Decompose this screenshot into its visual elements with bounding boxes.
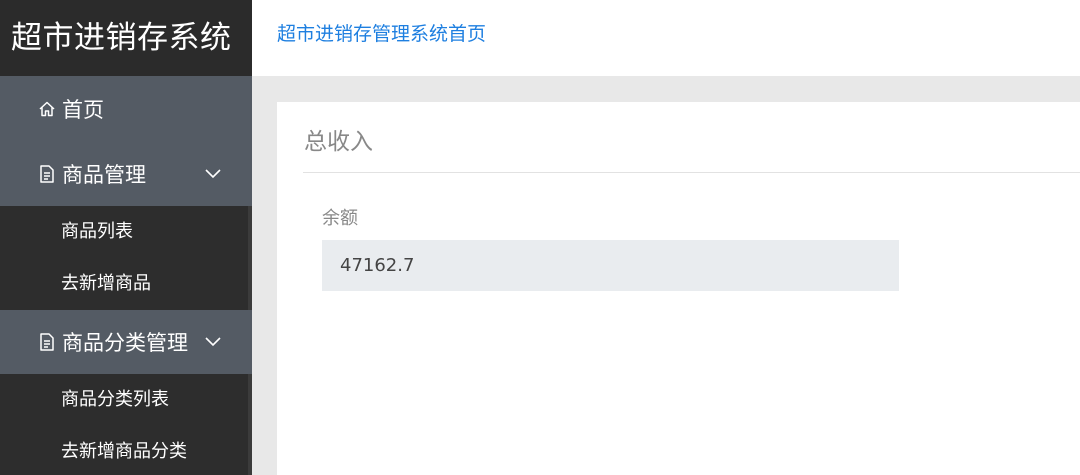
submenu-goods-management: 商品列表 去新增商品 bbox=[0, 206, 252, 310]
home-icon bbox=[36, 98, 58, 120]
app-title: 超市进销存系统 bbox=[0, 0, 252, 76]
sidebar-group-label: 商品分类管理 bbox=[62, 331, 188, 355]
sidebar-item-goods-list[interactable]: 商品列表 bbox=[0, 206, 248, 258]
submenu-category-management: 商品分类列表 去新增商品分类 bbox=[0, 374, 252, 475]
app-root: 超市进销存系统 首页 商品管理 商品列表 去新增商品 商品分类管理 商品分类列表… bbox=[0, 0, 1080, 475]
sidebar-item-label: 首页 bbox=[62, 98, 104, 122]
balance-field[interactable] bbox=[322, 240, 899, 291]
top-header: 超市进销存管理系统首页 bbox=[252, 0, 1080, 76]
sidebar-group-goods-management[interactable]: 商品管理 bbox=[0, 142, 252, 206]
sidebar-group-label: 商品管理 bbox=[62, 163, 146, 187]
breadcrumb-home-link[interactable]: 超市进销存管理系统首页 bbox=[277, 0, 486, 68]
sidebar-item-category-list[interactable]: 商品分类列表 bbox=[0, 374, 248, 426]
sidebar-item-home[interactable]: 首页 bbox=[0, 76, 252, 142]
sidebar: 超市进销存系统 首页 商品管理 商品列表 去新增商品 商品分类管理 商品分类列表… bbox=[0, 0, 252, 475]
balance-label: 余额 bbox=[322, 208, 358, 229]
sidebar-group-category-management[interactable]: 商品分类管理 bbox=[0, 310, 252, 374]
chevron-down-icon bbox=[204, 336, 222, 348]
document-icon bbox=[36, 331, 58, 353]
card-divider bbox=[303, 172, 1080, 173]
sidebar-item-add-goods[interactable]: 去新增商品 bbox=[0, 258, 248, 310]
document-icon bbox=[36, 163, 58, 185]
sidebar-item-add-category[interactable]: 去新增商品分类 bbox=[0, 426, 248, 475]
card-title: 总收入 bbox=[304, 129, 373, 155]
income-card: 总收入 余额 bbox=[277, 102, 1080, 475]
chevron-down-icon bbox=[204, 168, 222, 180]
